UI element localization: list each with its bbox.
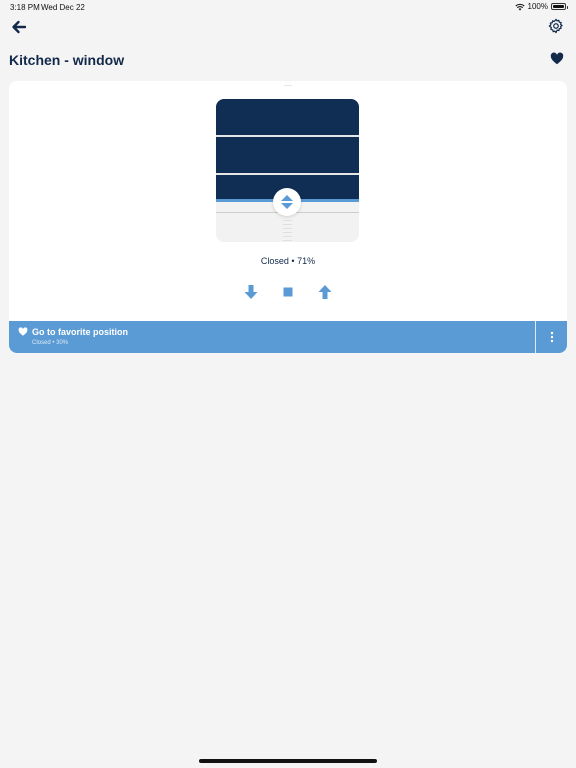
favorite-title: Go to favorite position [32, 327, 128, 337]
close-blind-button[interactable] [242, 283, 260, 301]
battery-percent: 100% [527, 2, 548, 11]
page-title: Kitchen - window [9, 52, 125, 68]
status-bar: 3:18 PM Wed Dec 22 100% [0, 0, 576, 14]
up-down-arrows-icon [281, 195, 293, 209]
heart-icon [18, 327, 28, 336]
gear-icon [548, 18, 563, 34]
back-button[interactable] [10, 18, 28, 36]
favorite-more-button[interactable] [536, 321, 567, 353]
settings-button[interactable] [548, 18, 564, 34]
battery-icon [551, 3, 568, 10]
blind-controls [9, 283, 567, 301]
track-tick [283, 232, 292, 233]
more-vertical-icon [550, 331, 553, 343]
favorite-button[interactable] [550, 52, 564, 66]
blind-position-slider[interactable] [216, 99, 359, 242]
favorite-subtitle: Closed • 30% [32, 340, 69, 346]
status-time: 3:18 PM [10, 3, 40, 12]
home-indicator[interactable] [199, 759, 377, 763]
track-tick [283, 220, 292, 221]
heart-icon [550, 52, 564, 65]
arrow-down-icon [244, 285, 258, 299]
blind-slat [216, 137, 359, 173]
drag-handle[interactable] [273, 188, 301, 216]
open-blind-button[interactable] [316, 283, 334, 301]
track-tick [283, 240, 292, 241]
track-tick [283, 224, 292, 225]
status-right: 100% [514, 2, 568, 11]
stop-icon [283, 287, 293, 297]
blind-slat [216, 99, 359, 135]
track-tick [283, 236, 292, 237]
stop-blind-button[interactable] [279, 283, 297, 301]
blind-status-text: Closed • 71% [260, 256, 316, 266]
status-date: Wed Dec 22 [41, 3, 85, 12]
wifi-icon [514, 3, 525, 10]
decor-tick [284, 85, 292, 86]
favorite-position-bar: Go to favorite position Closed • 30% [9, 321, 567, 353]
blind-card: Closed • 71% Go to favorite position Clo… [9, 81, 567, 353]
arrow-up-icon [318, 285, 332, 299]
go-to-favorite-button[interactable]: Go to favorite position Closed • 30% [9, 321, 535, 353]
arrow-left-icon [12, 20, 27, 34]
track-tick [283, 228, 292, 229]
